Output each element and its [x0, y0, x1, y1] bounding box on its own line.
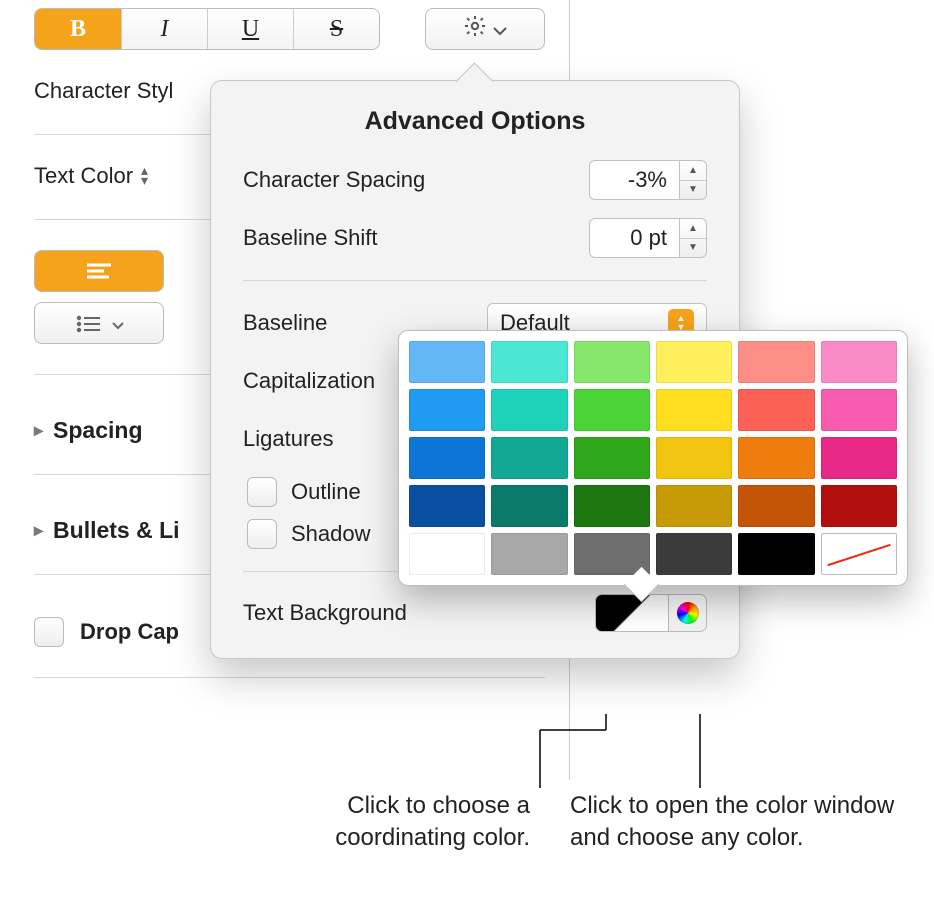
ligatures-label: Ligatures: [243, 426, 334, 452]
color-swatch[interactable]: [574, 341, 650, 383]
color-swatch[interactable]: [574, 389, 650, 431]
gear-icon: [463, 14, 487, 44]
drop-cap-label: Drop Cap: [80, 619, 179, 645]
color-swatch[interactable]: [656, 341, 732, 383]
color-swatch[interactable]: [409, 389, 485, 431]
color-swatch[interactable]: [491, 485, 567, 527]
character-spacing-value[interactable]: -3%: [589, 160, 679, 200]
text-style-group: B I U S: [34, 8, 380, 50]
color-swatch[interactable]: [738, 389, 814, 431]
text-background-label: Text Background: [243, 600, 407, 626]
outline-label: Outline: [291, 479, 361, 505]
color-swatch[interactable]: [574, 533, 650, 575]
color-swatch[interactable]: [821, 437, 897, 479]
character-spacing-label: Character Spacing: [243, 167, 425, 193]
color-swatch[interactable]: [738, 437, 814, 479]
baseline-shift-value[interactable]: 0 pt: [589, 218, 679, 258]
chevron-down-icon: [493, 16, 507, 42]
color-swatch[interactable]: [574, 437, 650, 479]
color-swatch[interactable]: [821, 485, 897, 527]
color-swatch[interactable]: [738, 533, 814, 575]
color-swatch[interactable]: [491, 533, 567, 575]
color-swatch[interactable]: [409, 437, 485, 479]
capitalization-label: Capitalization: [243, 368, 375, 394]
character-spacing-stepper[interactable]: -3% ▲▼: [589, 160, 707, 200]
color-swatch[interactable]: [491, 437, 567, 479]
disclosure-triangle-icon: ▸: [34, 520, 43, 541]
callout-right: Click to open the color window and choos…: [570, 790, 900, 855]
align-left-button[interactable]: [34, 250, 164, 292]
underline-button[interactable]: U: [207, 9, 293, 49]
color-swatch[interactable]: [491, 341, 567, 383]
disclosure-triangle-icon: ▸: [34, 420, 43, 441]
baseline-shift-label: Baseline Shift: [243, 225, 378, 251]
color-swatch[interactable]: [656, 533, 732, 575]
color-swatch[interactable]: [656, 389, 732, 431]
chevron-updown-icon: ▴▾: [141, 166, 148, 186]
callout-left: Click to choose a coordinating color.: [210, 790, 530, 855]
strikethrough-button[interactable]: S: [293, 9, 379, 49]
color-swatch[interactable]: [738, 341, 814, 383]
color-swatch[interactable]: [738, 485, 814, 527]
stepper-buttons[interactable]: ▲▼: [679, 160, 707, 200]
list-indent-button[interactable]: [34, 302, 164, 344]
color-palette-popover: [398, 330, 908, 586]
color-swatch[interactable]: [821, 533, 897, 575]
color-wheel-icon: [677, 602, 699, 624]
baseline-shift-stepper[interactable]: 0 pt ▲▼: [589, 218, 707, 258]
baseline-label: Baseline: [243, 310, 327, 336]
color-swatch[interactable]: [656, 485, 732, 527]
color-swatch[interactable]: [409, 485, 485, 527]
italic-button[interactable]: I: [121, 9, 207, 49]
color-swatch[interactable]: [491, 389, 567, 431]
bold-button[interactable]: B: [35, 9, 121, 49]
shadow-label: Shadow: [291, 521, 371, 547]
color-swatch[interactable]: [821, 341, 897, 383]
color-swatch[interactable]: [656, 437, 732, 479]
shadow-checkbox[interactable]: [247, 519, 277, 549]
stepper-buttons[interactable]: ▲▼: [679, 218, 707, 258]
chevron-down-icon: [112, 310, 124, 336]
open-color-window-button[interactable]: [669, 594, 707, 632]
text-background-color-well[interactable]: [595, 594, 669, 632]
color-swatch[interactable]: [409, 341, 485, 383]
outline-checkbox[interactable]: [247, 477, 277, 507]
color-swatch[interactable]: [574, 485, 650, 527]
color-swatch[interactable]: [821, 389, 897, 431]
drop-cap-checkbox[interactable]: [34, 617, 64, 647]
advanced-options-button[interactable]: [425, 8, 545, 50]
color-swatch[interactable]: [409, 533, 485, 575]
popover-title: Advanced Options: [243, 107, 707, 136]
